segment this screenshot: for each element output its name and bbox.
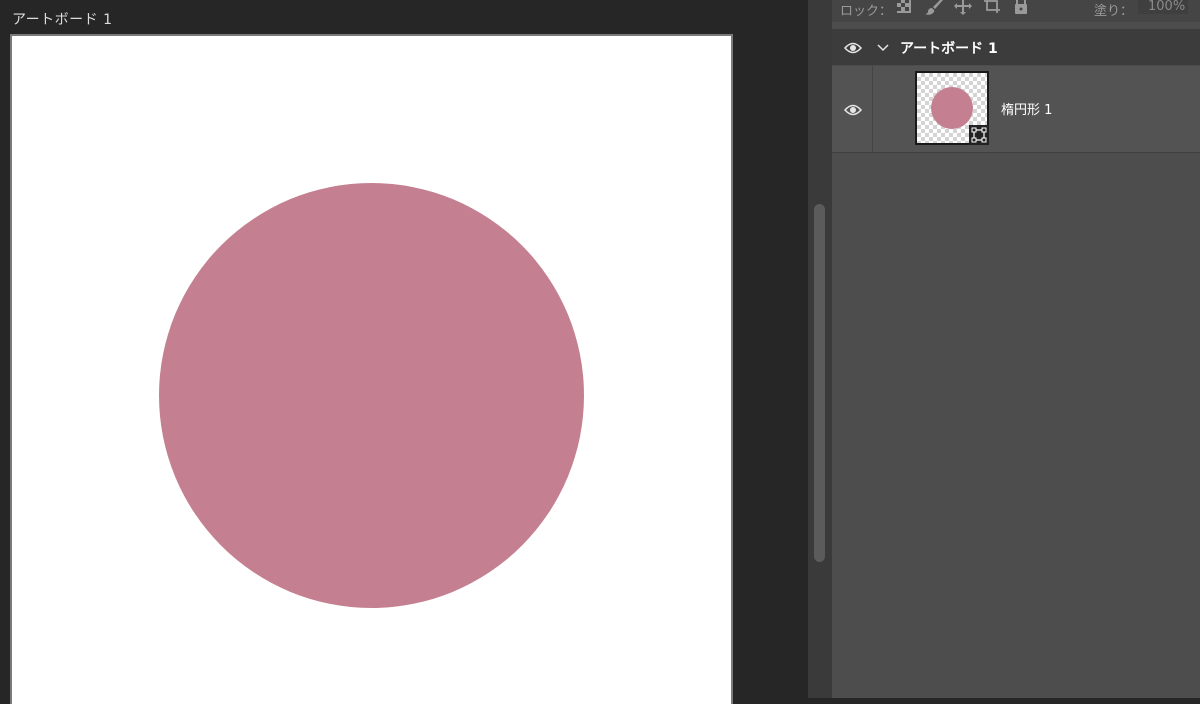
lock-all-icon[interactable]: [1013, 0, 1029, 16]
vertical-scrollbar[interactable]: [808, 0, 832, 698]
ellipse-shape[interactable]: [159, 183, 584, 608]
eye-icon[interactable]: [843, 40, 863, 59]
shape-layer-icon: [969, 125, 989, 145]
document-canvas[interactable]: アートボード 1: [0, 0, 808, 704]
layer-group-row[interactable]: アートボード 1: [832, 29, 1200, 65]
artboard-frame: [10, 34, 733, 704]
scrollbar-thumb[interactable]: [814, 204, 825, 562]
layer-thumbnail[interactable]: [915, 71, 989, 145]
lock-toolbar: ロック： 塗り： 100%: [832, 0, 1200, 22]
layer-group-name: アートボード 1: [900, 41, 998, 57]
layer-row[interactable]: 楕円形 1: [832, 66, 1200, 153]
fill-label: 塗り：: [1094, 4, 1134, 19]
thumbnail-ellipse: [931, 87, 973, 129]
lock-image-pixels-icon[interactable]: [925, 0, 943, 16]
lock-transparent-pixels-icon[interactable]: [896, 0, 912, 16]
chevron-down-icon[interactable]: [876, 40, 890, 59]
eye-icon[interactable]: [843, 102, 863, 121]
lock-label: ロック：: [840, 4, 893, 19]
fill-opacity-input[interactable]: 100%: [1138, 0, 1188, 14]
layers-panel: ロック： 塗り： 100% アートボード 1 楕円形 1: [832, 0, 1200, 698]
layer-visibility-column: [832, 66, 873, 152]
lock-position-icon[interactable]: [954, 0, 972, 16]
layer-name[interactable]: 楕円形 1: [1001, 99, 1052, 118]
artboard-title[interactable]: アートボード 1: [12, 9, 113, 29]
artboard[interactable]: [12, 36, 731, 704]
lock-artboard-icon[interactable]: [983, 0, 1000, 16]
